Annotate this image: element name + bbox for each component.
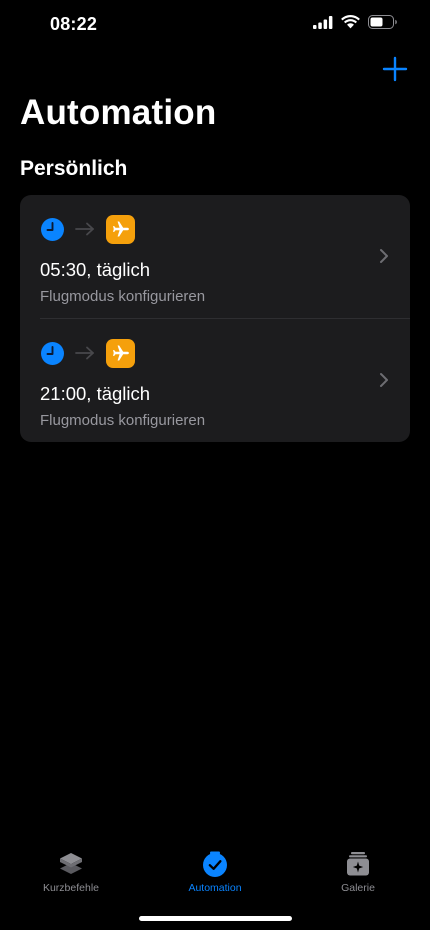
tab-automation[interactable]: Automation — [160, 850, 270, 894]
plus-icon — [382, 56, 408, 82]
arrow-right-icon — [75, 346, 94, 360]
automation-icons — [41, 214, 135, 244]
tab-galerie[interactable]: Galerie — [303, 850, 413, 894]
battery-icon — [368, 15, 397, 29]
status-time: 08:22 — [50, 14, 98, 34]
automation-title: 21:00, täglich — [40, 383, 151, 404]
automation-list: 05:30, täglich Flugmodus konfigurieren 2… — [20, 195, 410, 442]
automation-row[interactable]: 21:00, täglich Flugmodus konfigurieren — [20, 319, 410, 442]
arrow-right-icon — [75, 222, 94, 236]
tab-label: Galerie — [341, 882, 375, 894]
home-indicator[interactable] — [139, 916, 292, 921]
airplane-icon — [106, 338, 135, 368]
tab-kurzbefehle[interactable]: Kurzbefehle — [16, 850, 126, 894]
layers-icon — [60, 853, 82, 874]
cellular-signal-icon — [313, 15, 333, 29]
section-title: Persönlich — [20, 157, 128, 180]
status-icons — [313, 15, 398, 29]
airplane-icon — [106, 214, 135, 244]
tab-label: Automation — [188, 882, 242, 894]
automation-row[interactable]: 05:30, täglich Flugmodus konfigurieren — [20, 195, 410, 318]
chevron-right-icon — [380, 249, 388, 263]
page-title: Automation — [20, 93, 217, 132]
clock-icon — [41, 341, 64, 365]
add-automation-button[interactable] — [382, 56, 408, 82]
wifi-icon — [341, 15, 360, 29]
chevron-right-icon — [380, 373, 388, 387]
automation-icons — [41, 338, 135, 368]
gallery-icon — [347, 852, 369, 876]
automation-subtitle: Flugmodus konfigurieren — [40, 412, 206, 429]
status-bar: 08:22 — [0, 0, 430, 52]
tab-label: Kurzbefehle — [42, 882, 100, 894]
clock-icon — [41, 217, 64, 241]
automation-title: 05:30, täglich — [40, 259, 151, 280]
clock-check-icon — [203, 851, 227, 877]
automation-subtitle: Flugmodus konfigurieren — [40, 288, 206, 305]
